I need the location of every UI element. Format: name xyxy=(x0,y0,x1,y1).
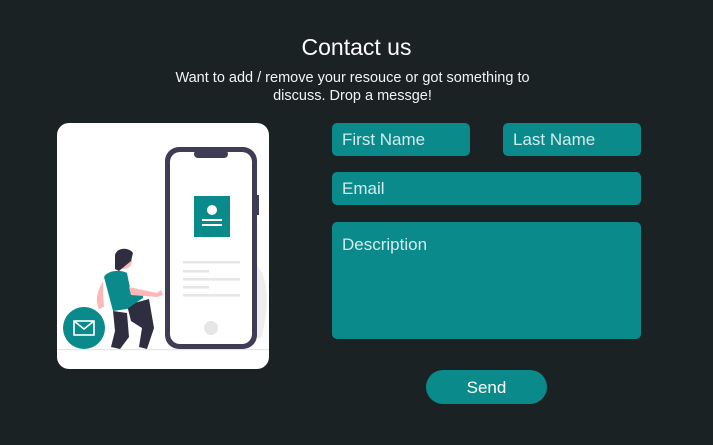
page-title: Contact us xyxy=(301,34,412,60)
description-textarea[interactable] xyxy=(332,222,641,339)
first-name-input[interactable] xyxy=(332,123,470,156)
send-button[interactable]: Send xyxy=(426,370,547,404)
contact-card-icon xyxy=(194,196,230,237)
last-name-input[interactable] xyxy=(503,123,641,156)
phone-illustration xyxy=(165,147,259,349)
email-input[interactable] xyxy=(332,172,641,205)
contact-illustration xyxy=(57,123,269,369)
page-subtitle: Want to add / remove your resouce or got… xyxy=(175,70,530,104)
envelope-icon xyxy=(63,307,105,349)
